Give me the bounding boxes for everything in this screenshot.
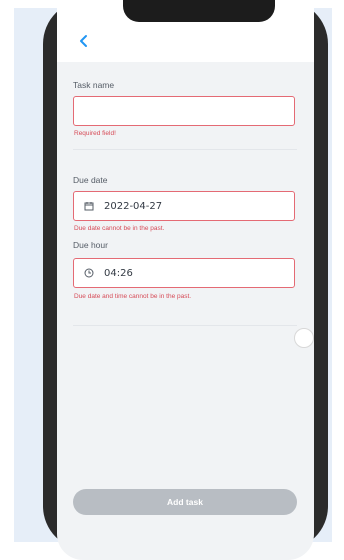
calendar-icon xyxy=(84,201,94,211)
phone-notch xyxy=(123,0,275,22)
due-hour-label: Due hour xyxy=(73,240,108,250)
add-task-button[interactable]: Add task xyxy=(73,489,297,515)
divider xyxy=(73,325,297,326)
app-screen: Task name Required field! Due date 2022-… xyxy=(57,0,314,560)
phone-frame: Task name Required field! Due date 2022-… xyxy=(43,0,328,560)
due-date-label: Due date xyxy=(73,175,108,185)
scroll-handle[interactable] xyxy=(294,328,314,348)
due-hour-error: Due date and time cannot be in the past. xyxy=(74,293,192,300)
divider xyxy=(73,149,297,150)
task-name-input[interactable] xyxy=(73,96,295,126)
chevron-left-icon[interactable] xyxy=(77,34,91,48)
task-name-label: Task name xyxy=(73,80,115,90)
clock-icon xyxy=(84,268,94,278)
due-date-value: 2022-04-27 xyxy=(104,200,163,212)
due-date-error: Due date cannot be in the past. xyxy=(74,225,165,232)
due-hour-value: 04:26 xyxy=(104,267,133,279)
task-name-error: Required field! xyxy=(74,130,116,137)
due-hour-input[interactable]: 04:26 xyxy=(73,258,295,288)
due-date-input[interactable]: 2022-04-27 xyxy=(73,191,295,221)
